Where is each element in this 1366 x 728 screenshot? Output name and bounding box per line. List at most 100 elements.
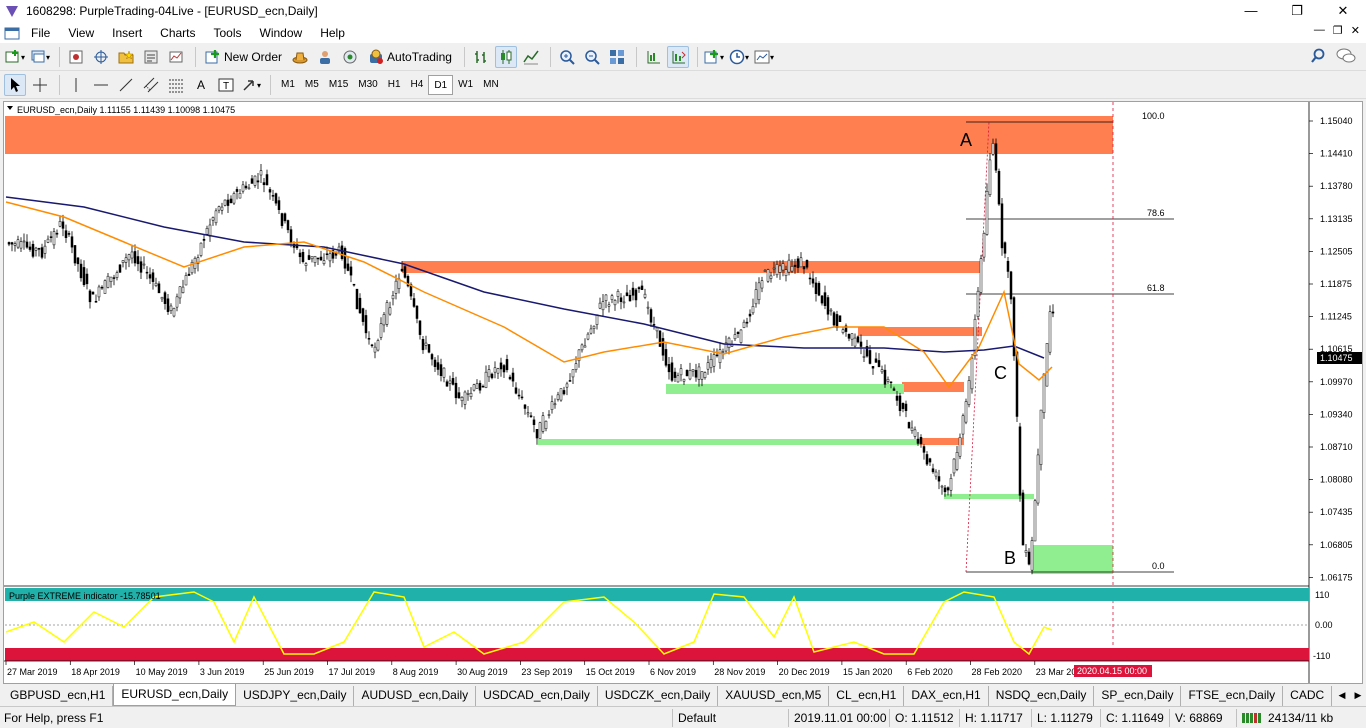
demand-zone-mar[interactable] (1032, 545, 1113, 574)
menu-charts[interactable]: Charts (151, 26, 204, 40)
tabs-scroll-right-icon[interactable]: ▶ (1350, 686, 1366, 704)
indicators-button[interactable]: ▾ (703, 46, 725, 68)
tabs-scroll-left-icon[interactable]: ◀ (1334, 686, 1350, 704)
zoom-in-button[interactable] (556, 46, 578, 68)
supply-zone-feb-mid[interactable] (902, 382, 964, 392)
cursor-tool[interactable] (4, 74, 26, 96)
tab-usdjpy-daily[interactable]: USDJPY_ecn,Daily (236, 686, 355, 706)
tab-cl-h1[interactable]: CL_ecn,H1 (829, 686, 905, 706)
crosshair-tool[interactable] (29, 74, 51, 96)
tab-dax-h1[interactable]: DAX_ecn,H1 (904, 686, 989, 706)
new-chart-icon (5, 50, 19, 63)
trendline-tool[interactable] (115, 74, 137, 96)
candlestick-chart-button[interactable] (494, 46, 517, 68)
auto-scroll-button[interactable] (666, 46, 689, 68)
tab-audusd-daily[interactable]: AUDUSD_ecn,Daily (354, 686, 477, 706)
minimize-button[interactable]: — (1228, 0, 1274, 22)
fast-moving-average[interactable] (5, 201, 1053, 389)
tab-nsdq-daily[interactable]: NSDQ_ecn,Daily (989, 686, 1095, 706)
fibonacci-tool[interactable] (165, 74, 187, 96)
line-chart-button[interactable] (520, 46, 542, 68)
menu-view[interactable]: View (59, 26, 103, 40)
tab-usdcad-daily[interactable]: USDCAD_ecn,Daily (476, 686, 598, 706)
arrows-tool[interactable]: ▾ (240, 74, 262, 96)
data-window-button[interactable] (90, 46, 112, 68)
equidistant-channel-tool[interactable] (140, 74, 162, 96)
mdi-restore-button[interactable]: ❐ (1333, 24, 1343, 37)
indicator-lower-band (5, 648, 1309, 661)
supply-zone-feb-lower[interactable] (920, 438, 964, 445)
price-tick-label: 1.15040 (1320, 116, 1353, 126)
mdi-minimize-button[interactable]: — (1314, 24, 1325, 37)
navigator-button[interactable] (115, 46, 137, 68)
demand-zone-oct[interactable] (538, 439, 920, 445)
fib-trendline[interactable] (965, 121, 990, 573)
chart-menu-triangle-icon[interactable] (7, 106, 13, 110)
chart-window-icon[interactable] (4, 25, 20, 41)
menu-help[interactable]: Help (311, 26, 354, 40)
extreme-indicator-line[interactable] (5, 591, 1053, 656)
timeframe-m15[interactable]: M15 (324, 75, 353, 95)
tile-windows-button[interactable] (606, 46, 628, 68)
timeframe-m1[interactable]: M1 (276, 75, 300, 95)
time-tick-label: 28 Feb 2020 (972, 667, 1023, 677)
timeframe-m5[interactable]: M5 (300, 75, 324, 95)
profiles-button[interactable]: ▾ (29, 46, 51, 68)
indicator-level-110: 110 (1315, 590, 1329, 600)
signals-button[interactable] (314, 46, 336, 68)
strategy-tester-button[interactable] (165, 46, 187, 68)
mdi-close-button[interactable]: ✕ (1351, 24, 1360, 37)
zoom-out-button[interactable] (581, 46, 603, 68)
standard-toolbar: ▾ ▾ New Order AutoTrading ▾ ▾ ▾ (0, 44, 1366, 71)
chart-shift-button[interactable] (642, 46, 664, 68)
text-tool[interactable]: A (190, 74, 212, 96)
market-watch-button[interactable] (65, 46, 87, 68)
terminal-button[interactable] (140, 46, 162, 68)
menu-window[interactable]: Window (251, 26, 312, 40)
search-icon[interactable] (1310, 48, 1326, 67)
tab-eurusd-daily[interactable]: EURUSD_ecn,Daily (113, 684, 237, 706)
fib-label-100: 100.0 (1142, 111, 1165, 121)
close-button[interactable]: ✕ (1320, 0, 1366, 22)
bar-chart-button[interactable] (470, 46, 492, 68)
timeframe-mn[interactable]: MN (478, 75, 504, 95)
window-title: 1608298: PurpleTrading-04Live - [EURUSD_… (26, 4, 318, 18)
status-help: For Help, press F1 (4, 711, 104, 725)
tab-gbpusd-h1[interactable]: GBPUSD_ecn,H1 (3, 686, 114, 706)
menu-tools[interactable]: Tools (205, 26, 251, 40)
tab-usdczk-daily[interactable]: USDCZK_ecn,Daily (598, 686, 719, 706)
supply-zone-top[interactable] (5, 116, 1113, 154)
chat-icon[interactable] (1336, 48, 1356, 67)
new-order-button[interactable]: New Order (201, 46, 286, 68)
timeframe-d1[interactable]: D1 (428, 75, 454, 95)
status-high: H: 1.11717 (965, 711, 1023, 725)
market-button[interactable] (339, 46, 361, 68)
timeframe-m30[interactable]: M30 (353, 75, 382, 95)
timeframe-h4[interactable]: H4 (406, 75, 429, 95)
menu-file[interactable]: File (22, 26, 59, 40)
app-logo-icon (6, 6, 18, 17)
tab-cadc[interactable]: CADC (1283, 686, 1333, 706)
price-chart[interactable]: EURUSD_ecn,Daily 1.11155 1.11439 1.10098… (4, 102, 1362, 683)
chart-window[interactable]: EURUSD_ecn,Daily 1.11155 1.11439 1.10098… (3, 101, 1363, 684)
supply-zone-feb-upper[interactable] (858, 327, 982, 336)
status-low: L: 1.11279 (1037, 711, 1093, 725)
vertical-line-tool[interactable] (65, 74, 87, 96)
menu-insert[interactable]: Insert (103, 26, 151, 40)
supply-zone-mid[interactable] (402, 261, 980, 273)
timeframe-h1[interactable]: H1 (383, 75, 406, 95)
tab-ftse-daily[interactable]: FTSE_ecn,Daily (1181, 686, 1284, 706)
time-tick-label: 6 Nov 2019 (650, 667, 696, 677)
new-chart-button[interactable]: ▾ (4, 46, 26, 68)
tile-windows-icon (609, 50, 624, 64)
autotrading-button[interactable]: AutoTrading (364, 46, 456, 68)
tab-sp-daily[interactable]: SP_ecn,Daily (1094, 686, 1182, 706)
periods-button[interactable]: ▾ (728, 46, 750, 68)
experts-button[interactable] (289, 46, 311, 68)
timeframe-w1[interactable]: W1 (453, 75, 478, 95)
horizontal-line-tool[interactable] (90, 74, 112, 96)
tab-xauusd-m5[interactable]: XAUUSD_ecn,M5 (718, 686, 830, 706)
templates-button[interactable]: ▾ (753, 46, 775, 68)
maximize-button[interactable]: ❐ (1274, 0, 1320, 22)
text-label-tool[interactable]: T (215, 74, 237, 96)
